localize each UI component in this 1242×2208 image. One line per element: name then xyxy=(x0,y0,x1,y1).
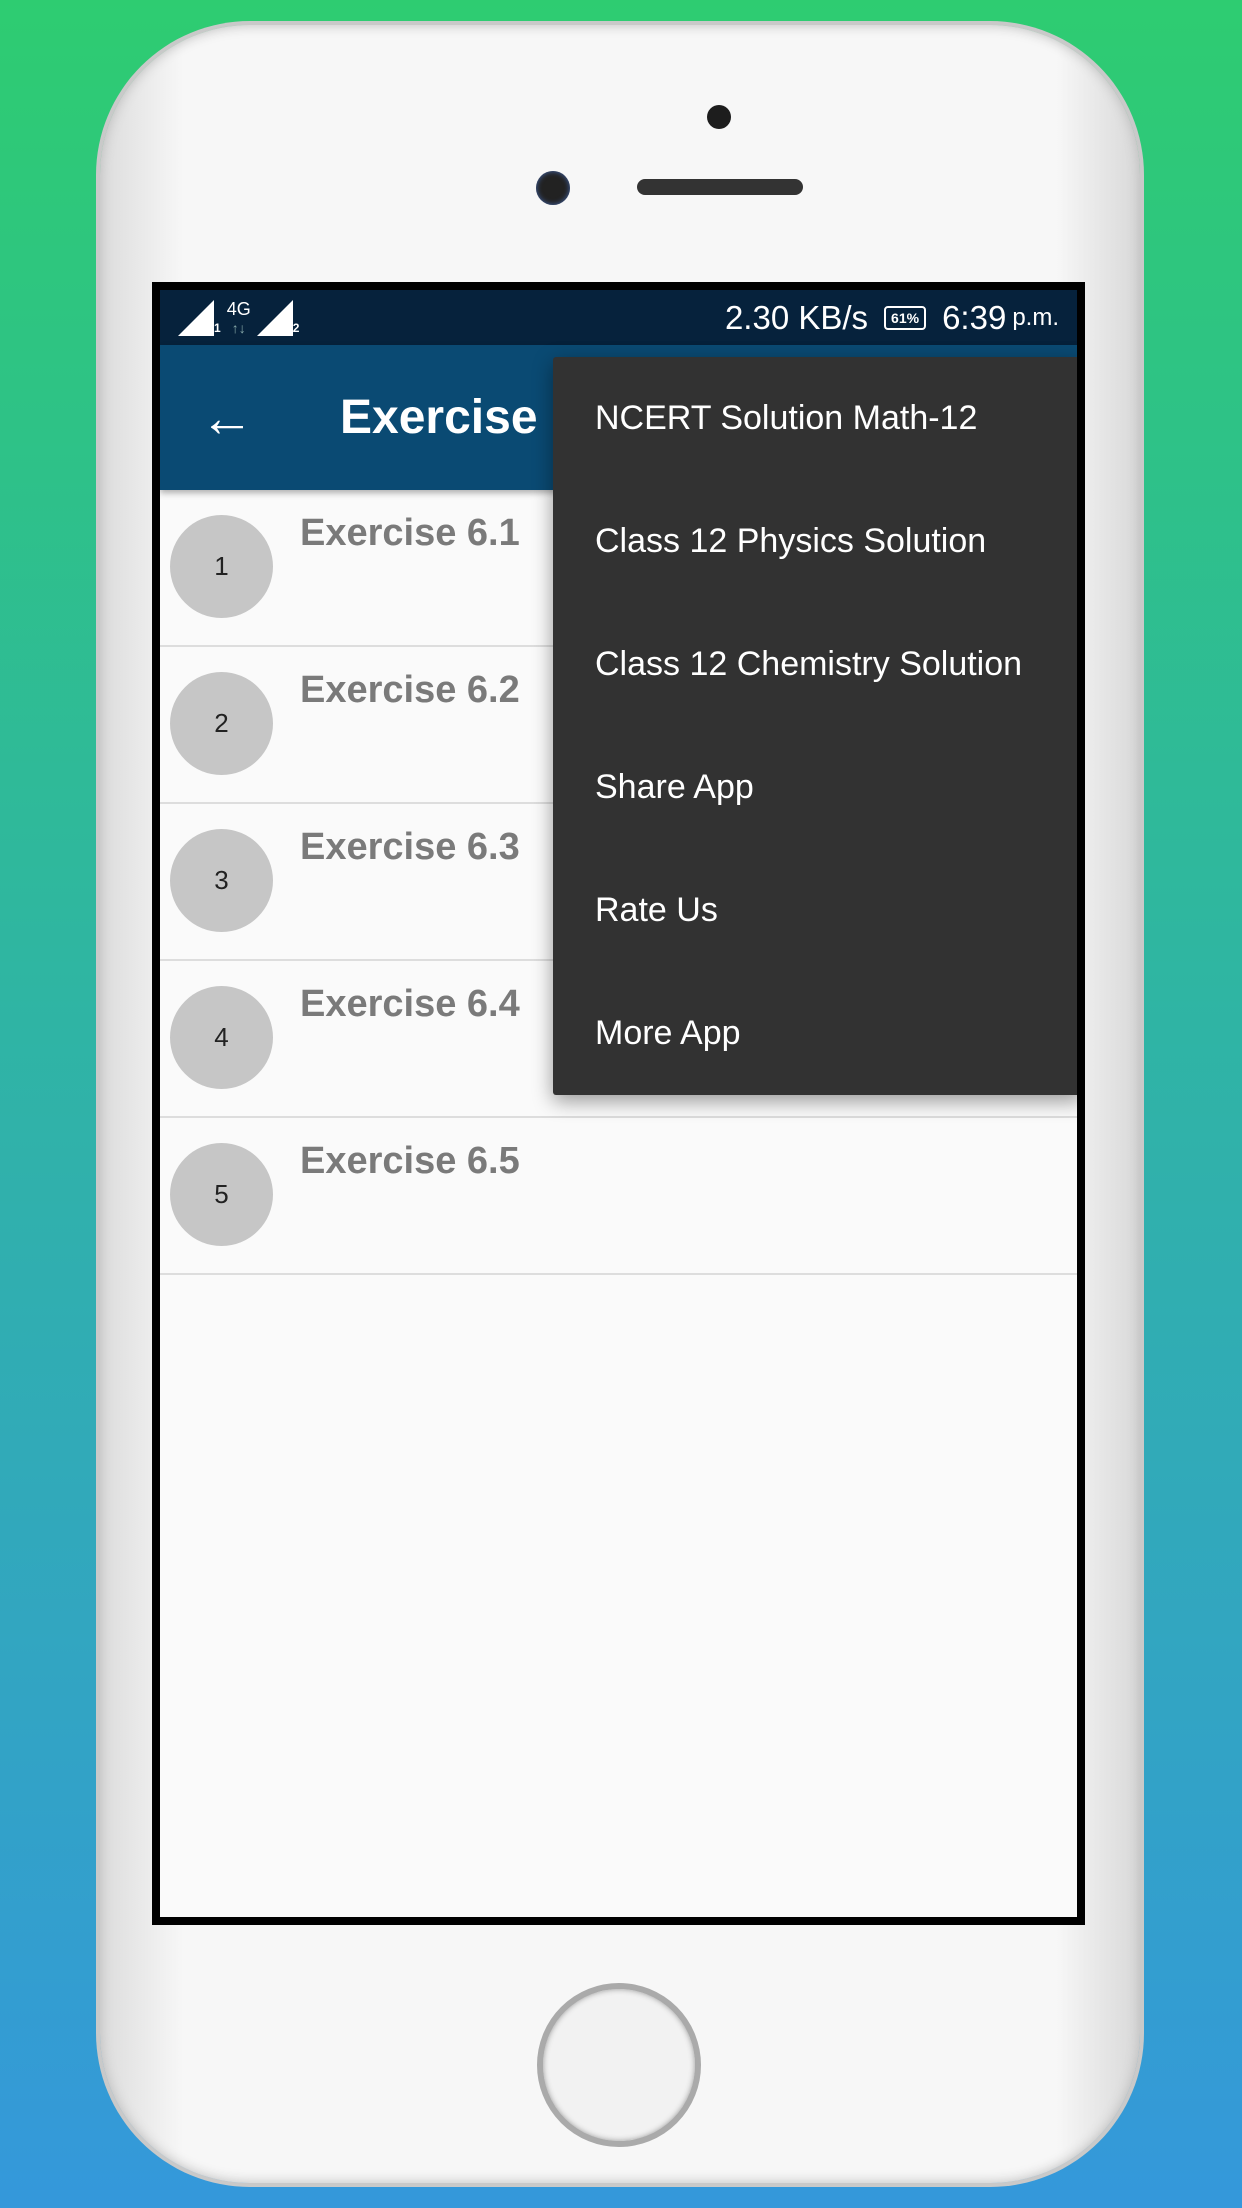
battery-level: 61% xyxy=(891,309,920,326)
menu-item-rate-us[interactable]: Rate Us xyxy=(553,849,1077,972)
overflow-menu: NCERT Solution Math-12 Class 12 Physics … xyxy=(553,357,1077,1095)
exercise-label: Exercise 6.1 xyxy=(300,512,520,554)
signal-icon xyxy=(256,299,293,336)
list-item[interactable]: 5 Exercise 6.5 xyxy=(160,1118,1077,1275)
network-speed: 2.30 KB/s xyxy=(724,298,869,336)
exercise-label: Exercise 6.2 xyxy=(300,669,520,711)
menu-item-more-app[interactable]: More App xyxy=(553,972,1077,1095)
screen: 1 4G ↑↓ 2 2.30 KB/s 61% 6:39 p.m. ← Exerc… xyxy=(152,282,1085,1925)
exercise-label: Exercise 6.5 xyxy=(300,1140,520,1182)
number-badge: 4 xyxy=(170,986,273,1089)
exercise-label: Exercise 6.4 xyxy=(300,983,520,1025)
sensor-dot xyxy=(707,105,731,129)
number-badge: 1 xyxy=(170,515,273,618)
home-button[interactable] xyxy=(537,1983,701,2147)
clock: 6:39 xyxy=(942,298,1007,336)
number-badge: 5 xyxy=(170,1143,273,1246)
back-arrow-icon[interactable]: ← xyxy=(160,387,340,449)
clock-ampm: p.m. xyxy=(1012,303,1059,331)
menu-item-share-app[interactable]: Share App xyxy=(553,726,1077,849)
menu-item-chemistry[interactable]: Class 12 Chemistry Solution xyxy=(553,603,1077,726)
number-badge: 2 xyxy=(170,672,273,775)
page-title: Exercise xyxy=(340,391,538,444)
menu-item-ncert-math[interactable]: NCERT Solution Math-12 xyxy=(553,357,1077,480)
exercise-label: Exercise 6.3 xyxy=(300,826,520,868)
network-label: 4G xyxy=(226,298,251,319)
data-arrows-icon: ↑↓ xyxy=(231,319,246,336)
sim1-label: 1 xyxy=(214,321,221,335)
network-type: 4G ↑↓ xyxy=(227,300,251,336)
battery-icon: 61% xyxy=(884,305,927,330)
status-bar: 1 4G ↑↓ 2 2.30 KB/s 61% 6:39 p.m. xyxy=(160,290,1077,345)
front-camera xyxy=(536,171,570,205)
menu-item-physics[interactable]: Class 12 Physics Solution xyxy=(553,480,1077,603)
signal-icon xyxy=(178,299,214,336)
number-badge: 3 xyxy=(170,829,273,932)
earpiece-speaker xyxy=(637,179,803,195)
sim2-label: 2 xyxy=(292,321,300,335)
